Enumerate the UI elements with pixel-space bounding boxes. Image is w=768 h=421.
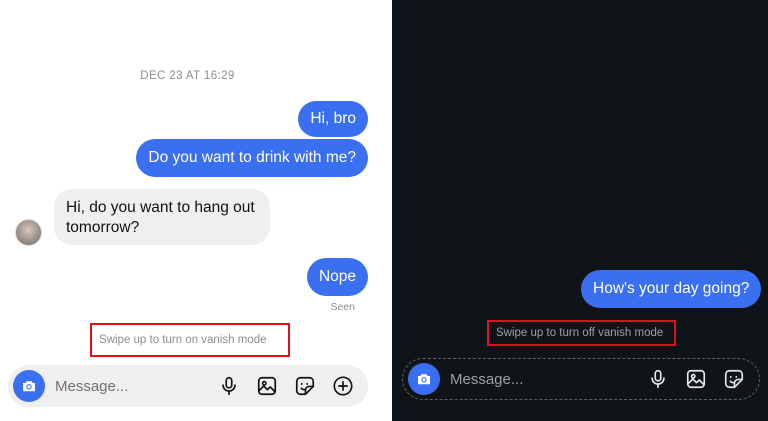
avatar[interactable] <box>15 219 42 246</box>
gallery-button[interactable] <box>254 373 280 399</box>
outgoing-message[interactable]: How's your day going? <box>581 270 762 308</box>
message-timestamp: DEC 23 AT 16:29 <box>140 70 235 82</box>
outgoing-message[interactable]: Hi, bro <box>298 101 368 137</box>
camera-icon <box>23 381 35 392</box>
vanish-mode-hint: Swipe up to turn off vanish mode <box>487 320 676 346</box>
gallery-icon <box>686 369 706 389</box>
dark-vanish-mode-chat: How's your day going? Swipe up to turn o… <box>392 0 768 421</box>
outgoing-message[interactable]: Nope <box>306 258 368 296</box>
camera-button[interactable] <box>408 363 440 395</box>
message-composer <box>402 358 760 400</box>
message-input[interactable] <box>55 377 216 395</box>
seen-status: Seen <box>330 301 355 313</box>
microphone-button[interactable] <box>216 373 242 399</box>
vanish-mode-hint: Swipe up to turn on vanish mode <box>90 323 290 357</box>
camera-button[interactable] <box>13 370 45 402</box>
sticker-button[interactable] <box>721 366 747 392</box>
outgoing-message[interactable]: Do you want to drink with me? <box>136 139 368 177</box>
incoming-message[interactable]: Hi, do you want to hang out tomorrow? <box>54 189 270 245</box>
add-button[interactable] <box>330 373 356 399</box>
message-input[interactable] <box>450 370 645 388</box>
message-composer <box>8 365 368 407</box>
sticker-icon <box>724 369 744 389</box>
sticker-icon <box>295 376 315 396</box>
gallery-button[interactable] <box>683 366 709 392</box>
microphone-button[interactable] <box>645 366 671 392</box>
sticker-button[interactable] <box>292 373 318 399</box>
light-mode-chat: DEC 23 AT 16:29 Hi, bro Do you want to d… <box>0 0 392 421</box>
add-icon <box>333 376 353 396</box>
microphone-icon <box>222 376 236 396</box>
camera-icon <box>418 374 430 385</box>
gallery-icon <box>257 376 277 396</box>
microphone-icon <box>651 369 665 389</box>
